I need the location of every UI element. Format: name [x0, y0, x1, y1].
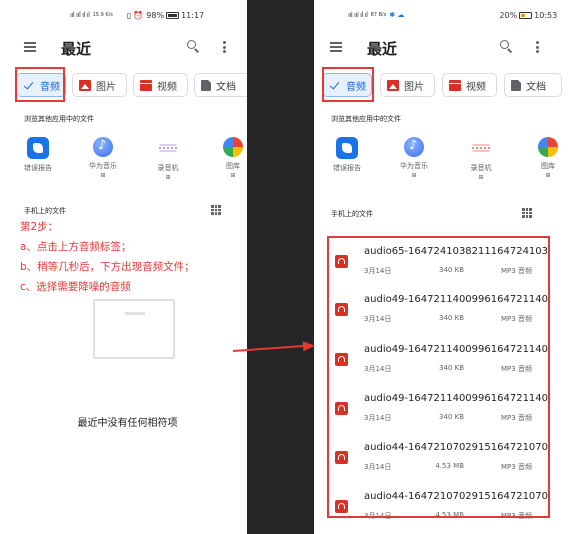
more-options-icon[interactable]	[223, 41, 227, 53]
search-icon[interactable]	[187, 40, 201, 54]
document-icon	[201, 79, 211, 91]
music-icon	[93, 137, 113, 157]
work-badge-icon: ⊞	[478, 174, 484, 181]
chip-label: 文档	[526, 81, 546, 93]
bug-report-icon	[27, 137, 49, 159]
image-icon	[79, 79, 91, 91]
app-name: 录音机 ⊞	[456, 164, 506, 182]
battery-icon	[519, 11, 533, 19]
status-bar: ııl ııl ıl ıl 87 B/s ✱ ☁ 20% 10:53	[348, 8, 557, 22]
chip-label: 图片	[96, 81, 116, 93]
app-name: 华为音乐 ⊞	[78, 162, 128, 180]
app-bar: 最近	[314, 36, 562, 60]
highlight-audio-chip-right	[322, 67, 374, 102]
phone-files-label: 手机上的文件	[24, 207, 66, 215]
clock: 11:17	[181, 10, 205, 20]
grid-view-icon[interactable]	[211, 205, 221, 215]
chip-documents[interactable]: 文档	[194, 73, 247, 97]
chip-label: 图片	[404, 81, 424, 93]
chip-images[interactable]: 图片	[72, 73, 127, 97]
app-gallery[interactable]: 图库 ⊞	[208, 137, 247, 180]
video-icon	[449, 79, 461, 91]
step-instructions: 第2步： a、点击上方音频标签； b、稍等几秒后，下方出现音频文件； c、选择需…	[20, 217, 195, 297]
net-speed: 15.9 K/s	[92, 12, 113, 18]
work-badge-icon: ⊞	[411, 172, 417, 179]
apps-row: 错误报告 华为音乐⊞ 录音机⊞ 图库⊞	[314, 137, 562, 192]
net-speed: 87 B/s	[370, 12, 387, 18]
alarm-icon: ⏰	[133, 10, 144, 20]
battery-percent: 98%	[146, 10, 165, 20]
chip-videos[interactable]: 视频	[133, 73, 188, 97]
app-huawei-music[interactable]: 华为音乐⊞	[78, 137, 128, 180]
image-icon	[387, 79, 399, 91]
browse-apps-label: 浏览其他应用中的文件	[24, 115, 94, 123]
work-badge-icon: ⊞	[230, 172, 236, 179]
work-badge-icon: ⊞	[545, 172, 551, 179]
app-name: 错误报告	[333, 164, 361, 172]
highlight-file-list	[327, 236, 550, 518]
signal-icon: ııl ııl ıl ıl	[348, 11, 368, 19]
step-b: b、稍等几秒后，下方出现音频文件；	[20, 261, 195, 273]
notification-icons: ✱ ☁	[389, 11, 405, 19]
app-huawei-music[interactable]: 华为音乐⊞	[389, 137, 439, 180]
chip-images[interactable]: 图片	[380, 73, 435, 97]
step-a: a、点击上方音频标签；	[20, 241, 132, 253]
highlight-audio-chip-left	[15, 67, 65, 102]
work-badge-icon: ⊞	[165, 174, 171, 181]
app-name: 图库 ⊞	[523, 162, 562, 180]
vibrate-icon: ▯	[126, 10, 132, 20]
app-name: 录音机 ⊞	[143, 164, 193, 182]
menu-icon[interactable]	[24, 42, 36, 52]
app-gallery[interactable]: 图库 ⊞	[523, 137, 562, 180]
page-title: 最近	[367, 40, 398, 58]
app-name: 华为音乐 ⊞	[389, 162, 439, 180]
app-recorder[interactable]: 录音机 ⊞	[456, 137, 506, 182]
empty-state-text: 最近中没有任何相符项	[77, 418, 178, 429]
work-badge-icon: ⊞	[100, 172, 106, 179]
divider-band	[247, 0, 314, 534]
app-recorder[interactable]: 录音机 ⊞	[143, 137, 193, 182]
app-name: 错误报告	[24, 164, 52, 172]
status-bar: ııl ııl ıl ıl 15.9 K/s ▯ ⏰ 98% 11:17	[70, 8, 204, 22]
signal-icon: ııl ııl ıl ıl	[70, 11, 90, 19]
gallery-icon	[223, 137, 243, 157]
arrow-head-icon	[302, 340, 316, 352]
apps-row: 错误报告 华为音乐⊞ 录音机⊞ 图库⊞	[8, 137, 247, 192]
gallery-icon	[538, 137, 558, 157]
waveform-icon	[470, 137, 492, 159]
empty-state-illustration	[93, 299, 175, 359]
app-error-report[interactable]: 错误报告	[322, 137, 372, 173]
search-icon[interactable]	[500, 40, 514, 54]
clock: 10:53	[534, 10, 558, 20]
music-icon	[404, 137, 424, 157]
step-c: c、选择需要降噪的音频	[20, 281, 131, 293]
chip-label: 文档	[216, 81, 236, 93]
app-bar: 最近	[8, 36, 247, 60]
app-name: 图库 ⊞	[208, 162, 247, 180]
waveform-icon	[157, 137, 179, 159]
document-icon	[511, 79, 521, 91]
grid-view-icon[interactable]	[522, 208, 532, 218]
more-options-icon[interactable]	[536, 41, 540, 53]
battery-percent: 20%	[499, 10, 518, 20]
browse-apps-label: 浏览其他应用中的文件	[331, 115, 401, 123]
menu-icon[interactable]	[330, 42, 342, 52]
page-title: 最近	[61, 40, 92, 58]
step-heading: 第2步：	[20, 221, 59, 233]
bug-report-icon	[336, 137, 358, 159]
chip-videos[interactable]: 视频	[442, 73, 497, 97]
battery-icon	[166, 11, 180, 19]
chip-documents[interactable]: 文档	[504, 73, 562, 97]
chip-label: 视频	[157, 81, 177, 93]
phone-files-label: 手机上的文件	[331, 210, 373, 218]
app-error-report[interactable]: 错误报告	[13, 137, 63, 173]
video-icon	[140, 79, 152, 91]
chip-label: 视频	[466, 81, 486, 93]
